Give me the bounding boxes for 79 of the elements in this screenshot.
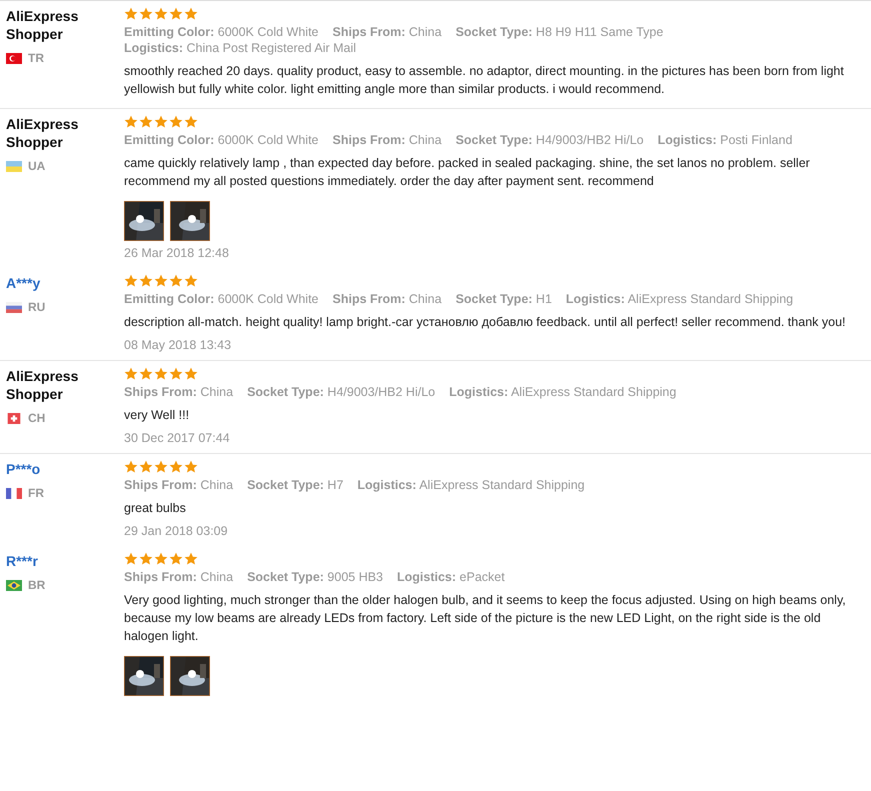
- star-icon: [124, 367, 138, 380]
- review-text: came quickly relatively lamp , than expected day before. packed in sealed packaging. shine, the set lanos no problem. seller recommend my all posted questions immediately. order the day after payment sent. recommend: [124, 155, 811, 190]
- product-attribute: Emitting Color: 6000K Cold White: [124, 25, 318, 39]
- product-attribute: Ships From: China: [124, 385, 234, 399]
- product-attribute: Logistics: China Post Registered Air Mail: [124, 41, 356, 55]
- star-icon: [124, 115, 138, 128]
- country-code: RU: [28, 300, 46, 314]
- country-code: CH: [28, 411, 46, 425]
- star-icon: [169, 552, 183, 565]
- star-icon: [139, 552, 153, 565]
- star-icon: [154, 552, 168, 565]
- product-attribute: Ships From: China: [332, 292, 442, 306]
- product-attribute: Ships From: China: [124, 570, 234, 584]
- review-date: 26 Mar 2018 12:48: [124, 246, 229, 260]
- review-text: great bulbs: [124, 500, 186, 517]
- product-attribute: Logistics: AliExpress Standard Shipping: [357, 478, 585, 492]
- reviewer-name[interactable]: A***y: [6, 274, 40, 292]
- review-date: 08 May 2018 13:43: [124, 338, 232, 352]
- product-attribute: Socket Type: H7: [247, 478, 344, 492]
- star-icon: [184, 115, 198, 128]
- review-text: Very good lighting, much stronger than the older halogen bulb, and it seems to keep the focus adjusted. Using on high beams only, because my low beams are already LEDs from factory. Left side of the picture is the new LED Light, on the right side is the old halogen light.: [124, 592, 847, 645]
- star-icon: [169, 7, 183, 20]
- country-code: TR: [28, 51, 44, 65]
- star-icon: [139, 115, 153, 128]
- star-icon: [154, 367, 168, 380]
- product-attribute: Logistics: Posti Finland: [658, 133, 792, 147]
- star-icon: [169, 274, 183, 287]
- product-attribute: Logistics: AliExpress Standard Shipping: [566, 292, 794, 306]
- star-icon: [184, 7, 198, 20]
- product-attribute: Socket Type: 9005 HB3: [247, 570, 384, 584]
- flag-icon: [6, 302, 22, 312]
- star-icon: [184, 274, 198, 287]
- country-code: UA: [28, 159, 46, 173]
- star-icon: [139, 274, 153, 287]
- star-icon: [124, 552, 138, 565]
- review-text: smoothly reached 20 days. quality product, easy to assemble. no adaptor, direct mounting. in the pictures has been born from light yellowish but fully white color. light emitting angle more than similar products. i would recommend.: [124, 63, 845, 98]
- country-code: BR: [28, 578, 46, 592]
- product-attribute: Socket Type: H4/9003/HB2 Hi/Lo: [247, 385, 436, 399]
- reviewer-name: AliExpress Shopper: [6, 367, 80, 403]
- product-attribute: Logistics: AliExpress Standard Shipping: [449, 385, 676, 399]
- flag-icon: [6, 580, 22, 590]
- star-icon: [169, 367, 183, 380]
- flag-icon: [6, 412, 22, 424]
- star-icon: [154, 274, 168, 287]
- flag-icon: [6, 488, 22, 498]
- reviewer-name[interactable]: P***o: [6, 460, 40, 478]
- star-icon: [124, 7, 138, 20]
- country-code: FR: [28, 486, 44, 500]
- reviewer-name[interactable]: R***r: [6, 552, 38, 570]
- product-attribute: Socket Type: H1: [456, 292, 552, 306]
- review-text: very Well !!!: [124, 407, 190, 424]
- review-text: description all-match. height quality! lamp bright.-car установлю добавлю feedback. until all perfect! seller recommend. thank you!: [124, 314, 846, 331]
- star-icon: [139, 460, 153, 473]
- product-attribute: Ships From: China: [124, 478, 234, 492]
- reviewer-name: AliExpress Shopper: [6, 115, 80, 151]
- star-icon: [184, 552, 198, 565]
- star-icon: [169, 115, 183, 128]
- star-icon: [184, 460, 198, 473]
- flag-icon: [6, 52, 22, 64]
- product-attribute: Socket Type: H4/9003/HB2 Hi/Lo: [456, 133, 644, 147]
- star-icon: [124, 274, 138, 287]
- star-icon: [124, 460, 138, 473]
- star-icon: [154, 460, 168, 473]
- star-icon: [139, 367, 153, 380]
- review-date: 29 Jan 2018 03:09: [124, 524, 228, 538]
- star-icon: [154, 115, 168, 128]
- star-icon: [184, 367, 198, 380]
- review-date: 30 Dec 2017 07:44: [124, 431, 230, 445]
- reviewer-name: AliExpress Shopper: [6, 7, 80, 43]
- star-icon: [139, 7, 153, 20]
- product-attribute: Emitting Color: 6000K Cold White: [124, 133, 318, 147]
- star-icon: [169, 460, 183, 473]
- star-icon: [154, 7, 168, 20]
- flag-icon: [6, 160, 22, 172]
- product-attribute: Emitting Color: 6000K Cold White: [124, 292, 318, 306]
- product-attribute: Logistics: ePacket: [397, 570, 505, 584]
- product-attribute: Ships From: China: [332, 25, 442, 39]
- product-attribute: Socket Type: H8 H9 H11 Same Type: [456, 25, 664, 39]
- product-attribute: Ships From: China: [332, 133, 442, 147]
